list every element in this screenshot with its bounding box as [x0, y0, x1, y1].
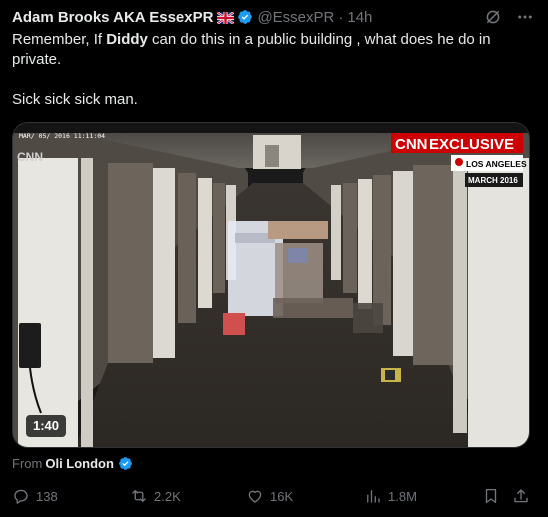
tweet-actions-bar: 138 2.2K 16K 1.8M — [12, 485, 532, 507]
video-attribution: From Oli London — [12, 456, 133, 471]
reply-count: 138 — [36, 488, 58, 504]
tweet-text-bold: Diddy — [106, 31, 148, 48]
cnn-watermark-logo: CNN — [17, 150, 43, 164]
repost-count: 2.2K — [154, 488, 181, 504]
tweet-top-actions — [484, 8, 534, 26]
repost-button[interactable]: 2.2K — [130, 485, 181, 507]
verified-badge-icon[interactable] — [237, 9, 253, 25]
tweet-header: Adam Brooks AKA EssexPR @EssexPR · 14h — [12, 7, 372, 27]
tweet-text-line1: Remember, If Diddy can do this in a publ… — [12, 30, 532, 70]
grok-icon[interactable] — [484, 8, 502, 26]
tweet-text-line2: Sick sick sick man. — [12, 91, 138, 108]
location-text: LOS ANGELES — [466, 159, 527, 169]
tweet[interactable]: Adam Brooks AKA EssexPR @EssexPR · 14h R… — [0, 0, 548, 517]
share-icon — [514, 489, 528, 503]
verified-badge-icon — [118, 456, 133, 471]
repost-icon — [132, 490, 146, 502]
uk-flag-icon — [216, 11, 236, 25]
share-button[interactable] — [512, 485, 530, 507]
date-text: MARCH 2016 — [468, 176, 518, 185]
bookmark-icon — [485, 488, 497, 504]
cctv-timestamp: MAR/ 05/ 2016 11:11:04 — [19, 132, 105, 140]
tweet-text: Remember, If Diddy can do this in a publ… — [12, 30, 532, 110]
video-player[interactable]: MAR/ 05/ 2016 11:11:04 CNN CNN EXCLUSIVE… — [12, 122, 530, 448]
view-count: 1.8M — [388, 488, 417, 504]
like-count: 16K — [270, 488, 294, 504]
heart-icon — [248, 490, 262, 503]
banner-label: EXCLUSIVE — [429, 136, 514, 153]
video-duration-badge: 1:40 — [26, 415, 67, 437]
separator-dot: · — [338, 8, 344, 26]
tweet-text-pre: Remember, If — [12, 31, 107, 48]
author-display-name[interactable]: Adam Brooks AKA EssexPR — [12, 9, 213, 26]
views-button[interactable]: 1.8M — [364, 485, 417, 507]
video-frame: MAR/ 05/ 2016 11:11:04 CNN CNN EXCLUSIVE… — [13, 123, 529, 447]
from-label: From — [12, 456, 43, 471]
like-button[interactable]: 16K — [246, 485, 293, 507]
reply-button[interactable]: 138 — [12, 485, 58, 507]
views-chart-icon — [367, 490, 380, 503]
source-account[interactable]: Oli London — [45, 456, 114, 471]
banner-brand: CNN — [395, 136, 428, 153]
bookmark-button[interactable] — [482, 485, 500, 507]
location-pin-icon — [455, 158, 463, 166]
author-handle[interactable]: @EssexPR — [257, 9, 334, 26]
reply-icon — [14, 489, 28, 504]
more-options-icon[interactable] — [516, 8, 534, 26]
tweet-time[interactable]: 14h — [347, 9, 372, 26]
